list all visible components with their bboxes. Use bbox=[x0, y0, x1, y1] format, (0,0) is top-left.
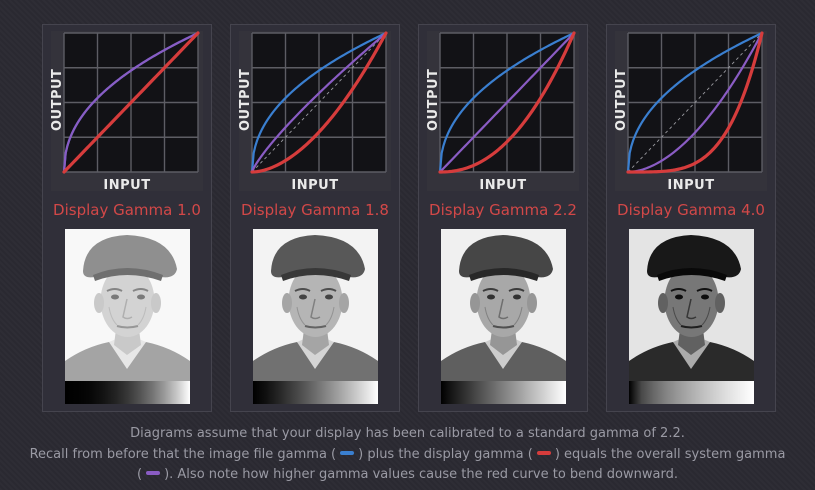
gamma-chart: OUTPUT INPUT bbox=[426, 31, 579, 193]
gamma-chart-svg bbox=[250, 31, 388, 174]
gamma-chart: OUTPUT INPUT bbox=[614, 31, 767, 193]
input-axis-label: INPUT bbox=[103, 178, 151, 193]
gamma-panel-2: OUTPUT INPUT Display Gamma 1.8 bbox=[230, 24, 400, 412]
caption-text: ). Also note how higher gamma values cau… bbox=[164, 467, 678, 482]
gamma-panel-1: OUTPUT INPUT Display Gamma 1.0 bbox=[42, 24, 212, 412]
portrait-photo bbox=[253, 229, 378, 381]
output-axis-label: OUTPUT bbox=[614, 68, 629, 131]
caption: Diagrams assume that your display has be… bbox=[0, 424, 815, 486]
caption-text: ) plus the display gamma ( bbox=[358, 446, 533, 462]
gray-gradient-bar bbox=[65, 381, 190, 404]
output-axis-label: OUTPUT bbox=[238, 68, 253, 131]
portrait-photo bbox=[629, 229, 754, 381]
gamma-panel-4: OUTPUT INPUT Display Gamma 4.0 bbox=[606, 24, 776, 412]
gamma-chart-svg bbox=[62, 31, 200, 174]
caption-line-2: Recall from before that the image file g… bbox=[0, 445, 815, 466]
output-axis-label: OUTPUT bbox=[426, 68, 441, 131]
caption-line-3: (). Also note how higher gamma values ca… bbox=[0, 465, 815, 486]
blue-line-icon bbox=[336, 448, 358, 459]
input-axis-label: INPUT bbox=[479, 178, 527, 193]
gamma-chart-svg bbox=[626, 31, 764, 174]
portrait-photo bbox=[441, 229, 566, 381]
gamma-panels: OUTPUT INPUT Display Gamma 1.0 OUTPUT IN… bbox=[0, 0, 815, 420]
gamma-chart-svg bbox=[438, 31, 576, 174]
display-gamma-title: Display Gamma 1.8 bbox=[241, 201, 389, 219]
gamma-panel-3: OUTPUT INPUT Display Gamma 2.2 bbox=[418, 24, 588, 412]
caption-line-1: Diagrams assume that your display has be… bbox=[130, 426, 685, 441]
portrait-photo bbox=[65, 229, 190, 381]
display-gamma-title: Display Gamma 4.0 bbox=[617, 201, 765, 219]
caption-text: ) equals the overall system gamma bbox=[554, 446, 786, 462]
output-axis-label: OUTPUT bbox=[50, 68, 65, 131]
red-line-icon bbox=[533, 448, 555, 459]
caption-text: Recall from before that the image file g… bbox=[29, 446, 337, 462]
purple-line-icon bbox=[142, 468, 164, 479]
display-gamma-title: Display Gamma 1.0 bbox=[53, 201, 201, 219]
display-gamma-title: Display Gamma 2.2 bbox=[429, 201, 577, 219]
input-axis-label: INPUT bbox=[667, 178, 715, 193]
gray-gradient-bar bbox=[629, 381, 754, 404]
gamma-chart: OUTPUT INPUT bbox=[238, 31, 391, 193]
gamma-chart: OUTPUT INPUT bbox=[50, 31, 203, 193]
input-axis-label: INPUT bbox=[291, 178, 339, 193]
gray-gradient-bar bbox=[441, 381, 566, 404]
gray-gradient-bar bbox=[253, 381, 378, 404]
